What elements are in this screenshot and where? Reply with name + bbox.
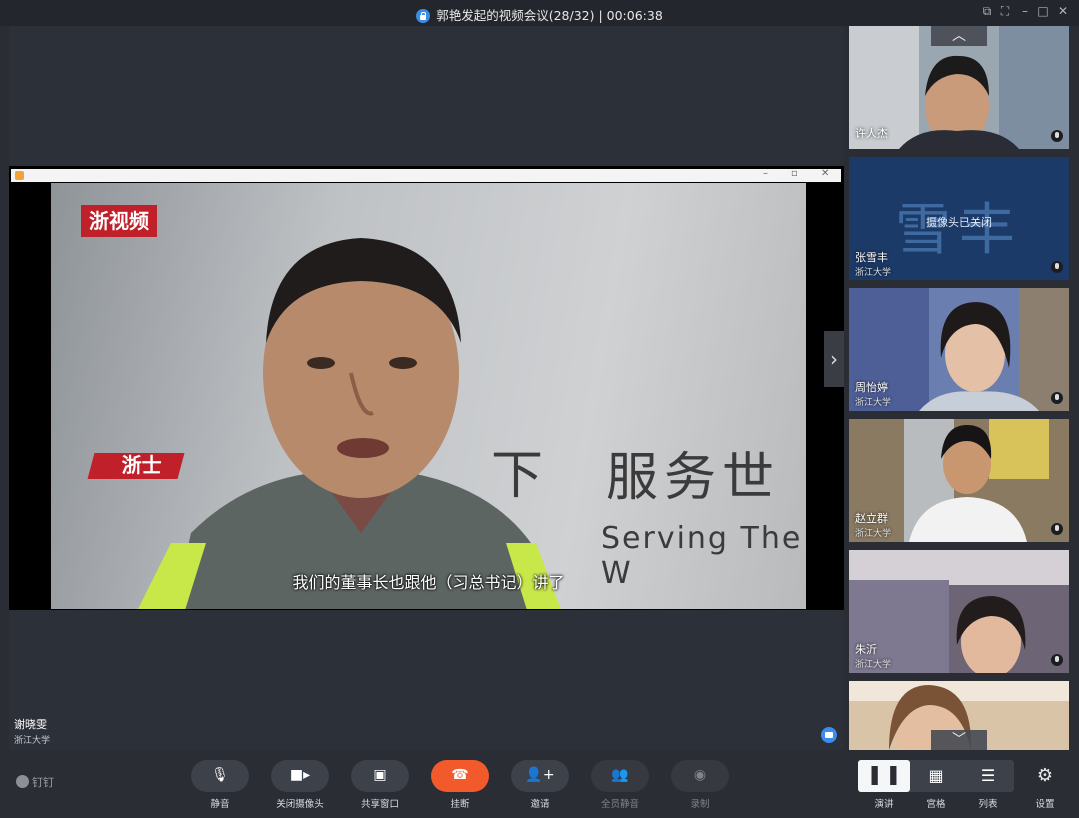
participant-tile[interactable]: 许人杰 ︿ (849, 26, 1069, 149)
gear-icon: ⚙ (1036, 765, 1054, 786)
add-user-icon: 👤+ (525, 767, 555, 783)
participant-tile[interactable]: ﹀ (849, 681, 1069, 750)
invite-label: 邀请 (530, 799, 550, 810)
channel-logo: 浙视频 (81, 205, 157, 237)
mic-icon (1051, 130, 1063, 142)
mute-label: 静音 (210, 799, 230, 810)
settings-button[interactable]: ⚙ 设置 (1030, 760, 1060, 810)
camera-toggle-button[interactable]: ■▸ 关闭摄像头 (271, 760, 329, 810)
layout-grid-button[interactable]: ▦ 宫格 (910, 760, 962, 810)
lock-icon (416, 9, 431, 23)
wall-text-left: 下 (491, 446, 544, 506)
participant-org: 浙江大学 (855, 529, 892, 539)
interviewee-image (138, 238, 561, 609)
bottom-toolbar: 钉钉 🎙 静音 ■▸ 关闭摄像头 ▣ 共享窗口 ☎ 挂断 👤+ 邀请 👥 全员静… (0, 750, 1079, 818)
participant-name: 张雪丰 (855, 251, 888, 264)
layout-speaker-label: 演讲 (874, 799, 894, 810)
chevron-up-icon[interactable]: ︿ (931, 26, 987, 46)
participant-tile[interactable]: 赵立群 浙江大学 (849, 419, 1069, 542)
participant-name: 许人杰 (855, 127, 888, 140)
wall-text: 服务世 (606, 448, 781, 508)
mic-icon (1051, 392, 1063, 404)
chevron-down-icon[interactable]: ﹀ (931, 730, 987, 750)
record-icon: ◉ (693, 767, 707, 783)
mute-button[interactable]: 🎙 静音 (191, 760, 249, 810)
participant-name: 周怡婷 (855, 381, 888, 394)
layout-list-label: 列表 (978, 799, 998, 810)
participant-name: 朱沂 (855, 643, 877, 656)
title-bar: 郭艳发起的视频会议(28/32) | 00:06:38 ⧉ ⛶ – □ ✕ (0, 0, 1079, 26)
shared-minimize-icon: – (763, 168, 768, 179)
video-subtitle: 我们的董事长也跟他（习总书记）讲了 (292, 573, 565, 592)
invite-button[interactable]: 👤+ 邀请 (511, 760, 569, 810)
share-window-label: 共享窗口 (360, 799, 399, 810)
shared-maximize-icon: ▫ (791, 168, 798, 179)
news-badge: 浙士 (87, 453, 185, 479)
grid-icon: ▦ (928, 766, 944, 785)
brand-label: 钉钉 (32, 776, 54, 789)
meeting-title-text: 郭艳发起的视频会议(28/32) | 00:06:38 (436, 8, 663, 23)
participant-org: 浙江大学 (855, 398, 892, 408)
record-button[interactable]: ◉ 录制 (671, 760, 729, 810)
layout-speaker-button[interactable]: ▌▐ 演讲 (858, 760, 910, 810)
camera-icon: ■▸ (289, 767, 311, 783)
settings-label: 设置 (1035, 799, 1055, 810)
chevron-right-icon[interactable]: › (824, 331, 844, 387)
participant-org: 浙江大学 (855, 268, 892, 278)
participant-tile[interactable]: 周怡婷 浙江大学 (849, 288, 1069, 411)
player-icon (15, 171, 24, 180)
list-icon: ☰ (980, 766, 996, 785)
mic-icon (1051, 261, 1063, 273)
shared-screen: – ▫ ✕ 浙视频 下 服务世 Serving The W 浙士 我们的董事长也… (9, 166, 844, 610)
participant-list: 许人杰 ︿ 雪丰 摄像头已关闭 张雪丰 浙江大学 周怡婷 浙江大学 赵立群 浙江… (849, 26, 1070, 750)
mute-all-label: 全员静音 (600, 799, 639, 810)
layout-grid-label: 宫格 (926, 799, 946, 810)
shared-close-icon: ✕ (821, 168, 830, 179)
minimize-icon[interactable]: – (1016, 4, 1034, 18)
mute-all-button[interactable]: 👥 全员静音 (591, 760, 649, 810)
dingtalk-icon (16, 775, 29, 788)
participant-video (849, 550, 1069, 673)
pin-icon[interactable]: ⧉ (978, 4, 996, 19)
share-window-button[interactable]: ▣ 共享窗口 (351, 760, 409, 810)
share-screen-icon: ▣ (373, 767, 387, 783)
phone-hangup-icon: ☎ (451, 767, 469, 783)
speaker-name: 谢晓雯 (14, 718, 47, 731)
layout-list-button[interactable]: ☰ 列表 (962, 760, 1014, 810)
mic-icon (1051, 654, 1063, 666)
speaker-layout-icon: ▌▐ (871, 766, 897, 785)
speaker-org: 浙江大学 (14, 736, 51, 746)
video-frame: 浙视频 下 服务世 Serving The W 浙士 我们的董事长也跟他（习总书… (51, 183, 806, 609)
brand: 钉钉 (16, 774, 54, 790)
participant-tile[interactable]: 朱沂 浙江大学 (849, 550, 1069, 673)
participant-name: 赵立群 (855, 512, 888, 525)
news-badge-text: 浙士 (121, 453, 162, 477)
close-icon[interactable]: ✕ (1054, 4, 1072, 18)
record-label: 录制 (690, 799, 710, 810)
main-stage: – ▫ ✕ 浙视频 下 服务世 Serving The W 浙士 我们的董事长也… (9, 26, 844, 750)
mute-all-icon: 👥 (611, 767, 629, 783)
mic-icon (1051, 523, 1063, 535)
camera-toggle-label: 关闭摄像头 (276, 799, 324, 810)
maximize-icon[interactable]: □ (1034, 4, 1052, 18)
chat-icon[interactable] (821, 727, 837, 743)
microphone-icon: 🎙 (211, 767, 229, 783)
hangup-button[interactable]: ☎ 挂断 (431, 760, 489, 810)
fullscreen-icon[interactable]: ⛶ (996, 4, 1014, 19)
participant-tile[interactable]: 雪丰 摄像头已关闭 张雪丰 浙江大学 (849, 157, 1069, 280)
camera-off-label: 摄像头已关闭 (926, 216, 992, 229)
shared-window-titlebar: – ▫ ✕ (11, 168, 841, 182)
participant-org: 浙江大学 (855, 660, 892, 670)
hangup-label: 挂断 (450, 799, 470, 810)
meeting-title: 郭艳发起的视频会议(28/32) | 00:06:38 (0, 5, 1079, 24)
